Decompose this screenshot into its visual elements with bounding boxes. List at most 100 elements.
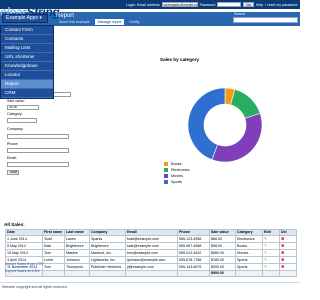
menu-item-mailing-lists[interactable]: Mailing Lists	[1, 44, 53, 53]
total-empty-cell	[177, 270, 210, 277]
table-cell: Brightmore	[64, 242, 90, 250]
legend-swatch	[164, 162, 168, 166]
legend-label: Electronics	[171, 168, 190, 172]
menu-item-knowledgebase[interactable]: Knowledgebase	[1, 62, 53, 71]
table-cell: Books	[235, 242, 263, 250]
pie-slice-movies	[211, 113, 263, 163]
email-label: Email:	[7, 156, 17, 160]
col-header[interactable]: First name	[42, 229, 65, 236]
menu-item-contacts[interactable]: Contacts	[1, 35, 53, 44]
chart-title: Sales by category	[160, 57, 200, 62]
table-cell: kate@example.com	[125, 242, 178, 250]
email-input[interactable]: webmaster@mysite.net	[161, 2, 198, 7]
table-total-row: $900.00	[5, 270, 297, 277]
table-cell: tom@example.com	[125, 249, 178, 257]
email-field[interactable]	[7, 162, 69, 167]
apps-menu: Contact Form Contacts Mailing Lists URL …	[0, 25, 54, 99]
table-cell: $98.00	[209, 242, 236, 250]
menu-item-url-shortener[interactable]: URL shortener	[1, 53, 53, 62]
category-label: Category:	[7, 112, 23, 116]
chart-legend: Books Electronics Movies Sports	[164, 161, 190, 185]
table-cell: Todd	[42, 235, 65, 243]
report-tabs: About this example Manage report Config	[56, 19, 142, 25]
tab-about[interactable]: About this example	[56, 19, 93, 25]
menu-item-report[interactable]: Report	[1, 80, 53, 89]
table-cell: Lorrie	[42, 256, 65, 264]
menu-item-crm[interactable]: CRM	[1, 89, 53, 98]
password-label: Password	[199, 2, 216, 7]
save-button[interactable]: Save	[7, 170, 19, 175]
legend-label: Movies	[171, 174, 184, 178]
table-cell: Electronics	[235, 235, 263, 243]
search-input[interactable]	[233, 17, 298, 23]
delete-x-icon[interactable]: ✖	[281, 258, 284, 263]
table-cell: Lightworks, Inc.	[89, 256, 126, 264]
edit-pencil-icon[interactable]: ✎	[264, 237, 267, 242]
legend-label: Sports	[171, 180, 182, 184]
export-csv-link[interactable]: Export Sales to CSV	[5, 269, 40, 273]
delete-x-icon[interactable]: ✖	[281, 237, 284, 242]
delete-cell: ✖	[279, 235, 297, 243]
delete-x-icon[interactable]: ✖	[281, 251, 284, 256]
category-select[interactable]	[7, 118, 37, 123]
reset-password-link[interactable]: I reset my password	[265, 3, 297, 7]
table-cell: Movies	[235, 249, 263, 257]
edit-pencil-icon[interactable]: ✎	[264, 251, 267, 256]
table-cell: jt@example.com	[125, 263, 178, 271]
table-cell: Sports	[235, 263, 263, 271]
password-input[interactable]	[217, 2, 242, 7]
table-cell: Publisher Ventures	[89, 263, 126, 271]
table-cell: Sports	[235, 256, 263, 264]
tab-config[interactable]: Config	[126, 19, 142, 25]
table-cell: $200.00	[209, 263, 236, 271]
table-cell: 15 May 2014	[5, 249, 43, 257]
table-cell: ljohnson@example.com	[125, 256, 178, 264]
import-csv-link[interactable]: Import Sales from CSV	[5, 262, 44, 266]
legend-label: Books	[171, 162, 182, 166]
legend-swatch	[164, 168, 168, 172]
table-cell: Lanes	[64, 235, 90, 243]
table-row: 15 May 2014 Tom Masfon Masford, Inc. tom@exa…	[5, 249, 297, 257]
table-cell: Masfon	[64, 249, 90, 257]
table-row: 5 May 2014 Kate Brightmore Brightmore kate@e…	[5, 242, 297, 250]
edit-cell: ✎	[262, 242, 280, 250]
delete-x-icon[interactable]: ✖	[281, 244, 284, 249]
login-form: Login: Email address webmaster@mysite.ne…	[126, 1, 297, 8]
table-cell: 555-143-6575	[177, 263, 210, 271]
table-cell: Brightmore	[89, 242, 126, 250]
tab-manage-report[interactable]: Manage report	[94, 19, 124, 25]
edit-cell: ✎	[262, 249, 280, 257]
go-button[interactable]: Go	[243, 2, 254, 7]
table-row: 3 April 2014 Lorrie Johnson Lightworks, Inc…	[5, 256, 297, 264]
table-cell: 555-012-5432	[177, 249, 210, 257]
legend-item: Sports	[164, 179, 190, 185]
legend-swatch	[164, 180, 168, 184]
footer-divider	[0, 282, 300, 283]
delete-cell: ✖	[279, 242, 297, 250]
table-cell: Johnson	[64, 256, 90, 264]
donut-chart	[187, 87, 263, 163]
table-cell: 555-678-7766	[177, 256, 210, 264]
phone-field[interactable]	[7, 148, 69, 153]
example-apps-button[interactable]: Example Apps ▾	[2, 14, 48, 23]
edit-pencil-icon[interactable]: ✎	[264, 258, 267, 263]
login-label: Login: Email address	[126, 2, 160, 7]
delete-x-icon[interactable]: ✖	[281, 265, 284, 270]
edit-cell: ✎	[262, 263, 280, 271]
company-field[interactable]	[7, 134, 69, 139]
table-cell: 1 June 2014	[5, 235, 43, 243]
delete-cell: ✖	[279, 249, 297, 257]
help-link[interactable]: Help	[256, 3, 263, 7]
edit-pencil-icon[interactable]: ✎	[264, 244, 267, 249]
table-cell: $66.00	[209, 235, 236, 243]
total-empty-cell	[125, 270, 178, 277]
sale-value-label: Sale value:	[7, 99, 25, 103]
delete-cell: ✖	[279, 263, 297, 271]
menu-item-contact-form[interactable]: Contact Form	[1, 26, 53, 35]
total-value: $900.00	[209, 270, 236, 277]
menu-item-locator[interactable]: Locator	[1, 71, 53, 80]
edit-pencil-icon[interactable]: ✎	[264, 265, 267, 270]
total-empty-cell	[64, 270, 90, 277]
table-cell: Kate	[42, 242, 65, 250]
sale-value-field[interactable]: 40.00	[7, 105, 39, 110]
